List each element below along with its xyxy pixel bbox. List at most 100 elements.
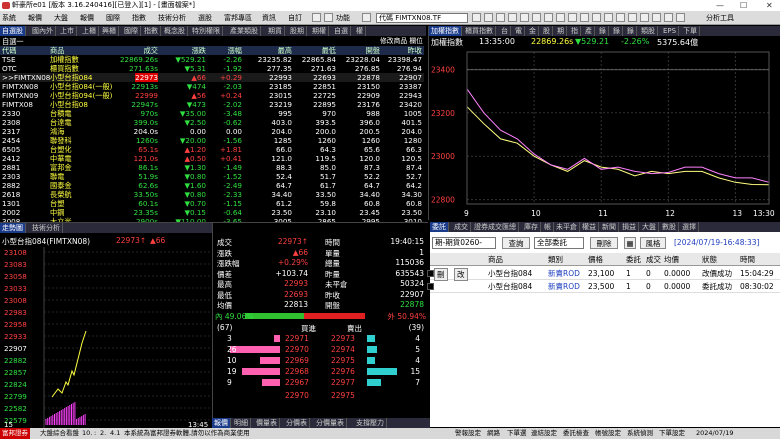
tab-index[interactable]: 指數 bbox=[142, 26, 161, 36]
tab-futures[interactable]: 期貨 bbox=[266, 26, 285, 36]
quote-row[interactable]: 2303 聯電 51.9s ▼0.80 -1.52 52.4 51.7 52.2 52.7 bbox=[0, 172, 424, 181]
toolbar-icon-11[interactable] bbox=[556, 13, 565, 22]
toolbar-icon-14[interactable] bbox=[592, 13, 601, 22]
toolbar-icon-4[interactable] bbox=[472, 13, 481, 22]
status-order-set[interactable]: 下單設定 bbox=[659, 428, 685, 439]
tab-custom[interactable]: 自選 bbox=[332, 26, 351, 36]
header-cell[interactable]: 最高 bbox=[278, 46, 292, 55]
maximize-icon[interactable]: ☐ bbox=[740, 0, 747, 11]
tab-filled[interactable]: 成交 bbox=[452, 222, 471, 232]
quote-row[interactable]: 2330 台積電 970s ▼35.00 -3.48 995 970 988 1005 bbox=[0, 109, 424, 118]
toolbar-icon-15[interactable] bbox=[604, 13, 613, 22]
menu-intl[interactable]: 國際 bbox=[106, 11, 120, 25]
tab-prod[interactable]: 產 bbox=[583, 26, 595, 36]
delete-button[interactable]: 刪除 bbox=[590, 237, 618, 249]
symbol-combo[interactable]: 代碼 FIMTXN08.TF bbox=[376, 13, 468, 23]
toolbar-icon-1[interactable] bbox=[312, 13, 321, 22]
order-filter-select[interactable]: 全部委託 bbox=[534, 237, 584, 249]
tab-favorites[interactable]: 自選股 bbox=[0, 26, 26, 36]
menu-fubon[interactable]: 富邦專區 bbox=[224, 11, 252, 25]
tab-fin[interactable]: 金 bbox=[527, 26, 539, 36]
orders-header-cell[interactable]: 委託 bbox=[626, 253, 641, 266]
tab-otc[interactable]: 上櫃 bbox=[80, 26, 99, 36]
edit-columns-link[interactable]: 修改商品 欄位 bbox=[380, 37, 423, 46]
menu-info[interactable]: 資訊 bbox=[262, 11, 276, 25]
tab-choose[interactable]: 選擇 bbox=[680, 222, 699, 232]
minimize-icon[interactable]: — bbox=[716, 0, 724, 11]
tab-rec2[interactable]: 錄 bbox=[611, 26, 623, 36]
style-button[interactable]: 風格 bbox=[640, 237, 666, 249]
toolbar-icon-9[interactable] bbox=[532, 13, 541, 22]
tab-elec[interactable]: 電 bbox=[513, 26, 525, 36]
orders-header-cell[interactable]: 價格 bbox=[588, 253, 603, 266]
header-cell[interactable]: 最低 bbox=[322, 46, 336, 55]
quote-row[interactable]: 2454 聯發科 1260s ▼20.00 -1.56 1285 1260 1260 1280 bbox=[0, 136, 424, 145]
quote-row[interactable]: 2412 中華電 121.0s ▲0.50 +0.41 121.0 119.5 120.0 12… bbox=[0, 154, 424, 163]
status-network[interactable]: 網路 bbox=[487, 428, 500, 439]
order-row[interactable]: 小型台指084 新賣ROD 23,500 1 0 0.0000 委託成功 08:30:02 bbox=[427, 280, 780, 293]
menu-function[interactable]: 功能 bbox=[336, 11, 350, 25]
tab-rec3[interactable]: 錄 bbox=[625, 26, 637, 36]
header-cell[interactable]: 昨收 bbox=[408, 46, 422, 55]
quote-row[interactable]: 2618 長榮航 33.50s ▼0.80 -2.33 34.40 33.50 34.40 34… bbox=[0, 190, 424, 199]
bid-price[interactable]: 22970 bbox=[285, 345, 309, 354]
tab-industry[interactable]: 產業類股 bbox=[228, 26, 261, 36]
tab-rec1[interactable]: 錄 bbox=[597, 26, 609, 36]
status-link[interactable]: 連結設定 bbox=[531, 428, 557, 439]
menu-stock-pick[interactable]: 選股 bbox=[198, 11, 212, 25]
toolbar-icon-21[interactable] bbox=[676, 13, 685, 22]
tab-news[interactable]: 新聞 bbox=[600, 222, 619, 232]
quote-row[interactable]: TSE 加權指數 22869.26s ▼529.21 -2.26 23235.82 2286… bbox=[0, 55, 424, 64]
tab-tech[interactable]: 技術分析 bbox=[30, 223, 63, 233]
toolbar-icon-7[interactable] bbox=[508, 13, 517, 22]
toolbar-icon-20[interactable] bbox=[664, 13, 673, 22]
orders-header-cell[interactable]: 均價 bbox=[664, 253, 679, 266]
bid-price[interactable]: 22968 bbox=[285, 367, 309, 376]
quote-row[interactable]: FIMTX08 小型台指08 22947s ▼473 -2.02 23219 22895 23… bbox=[0, 100, 424, 109]
quote-row[interactable]: 2881 富邦金 86.1s ▼1.30 -1.49 88.3 85.0 87.3 87.4 bbox=[0, 163, 424, 172]
tab-inventory[interactable]: 庫存 bbox=[522, 222, 541, 232]
toolbar-icon-17[interactable] bbox=[628, 13, 637, 22]
menu-index[interactable]: 指數 bbox=[132, 11, 146, 25]
orders-header-cell[interactable]: 商品 bbox=[488, 253, 503, 266]
tab-trend[interactable]: 走勢圖 bbox=[0, 223, 26, 233]
tab-pnl[interactable]: 損益 bbox=[620, 222, 639, 232]
account-select[interactable]: 期-期貨0260- bbox=[432, 237, 496, 249]
status-acct[interactable]: 帳號設定 bbox=[595, 428, 621, 439]
ask-price[interactable]: 22973 bbox=[331, 334, 355, 343]
toolbar-icon-13[interactable] bbox=[580, 13, 589, 22]
tab-warrant[interactable]: 權 bbox=[354, 26, 366, 36]
header-cell[interactable]: 商品 bbox=[50, 46, 64, 55]
tab-shares[interactable]: 數股 bbox=[660, 222, 679, 232]
bid-price[interactable]: 22967 bbox=[285, 378, 309, 387]
tab-price-dist[interactable]: 分價表 bbox=[284, 418, 310, 428]
tab-special[interactable]: 特別權限 bbox=[190, 26, 223, 36]
tab-idx[interactable]: 指 bbox=[569, 26, 581, 36]
analysis-tools-menu[interactable]: 分析工具 bbox=[706, 11, 734, 25]
group-selector[interactable]: 自選一 bbox=[2, 37, 24, 46]
quote-row[interactable]: >>FIMTXN08 小型台指084 22973 ▲66 +0.29 22993 22693… bbox=[0, 73, 424, 82]
tab-stock-futures[interactable]: 股期 bbox=[288, 26, 307, 36]
toolbar-icon-12[interactable] bbox=[568, 13, 577, 22]
tab-listed[interactable]: 上市 bbox=[58, 26, 77, 36]
header-cell[interactable]: 成交 bbox=[144, 46, 158, 55]
tab-detail[interactable]: 明細 bbox=[232, 418, 251, 428]
query-button[interactable]: 查詢 bbox=[502, 237, 530, 249]
toolbar-icon-3[interactable] bbox=[362, 13, 371, 22]
tab-domestic[interactable]: 國內外 bbox=[30, 26, 56, 36]
tab-tw[interactable]: 台 bbox=[499, 26, 511, 36]
quote-row[interactable]: FIMTXN08 小型台指084(一般) 22913s ▼474 -2.03 23185 2… bbox=[0, 82, 424, 91]
status-alert[interactable]: 警報設定 bbox=[455, 428, 481, 439]
menu-quote[interactable]: 報價 bbox=[28, 11, 42, 25]
header-cell[interactable]: 漲幅 bbox=[228, 46, 242, 55]
ask-price[interactable]: 22976 bbox=[331, 367, 355, 376]
tab-price-volume[interactable]: 價量表 bbox=[254, 418, 280, 428]
menu-system[interactable]: 系統 bbox=[2, 11, 16, 25]
tab-taiex[interactable]: 加權指數 bbox=[429, 26, 462, 36]
menu-market[interactable]: 大盤 bbox=[54, 11, 68, 25]
row-checkbox[interactable] bbox=[427, 283, 434, 290]
header-cell[interactable]: 開盤 bbox=[366, 46, 380, 55]
quote-row[interactable]: 2882 國泰金 62.6s ▼1.60 -2.49 64.7 61.7 64.7 64.2 bbox=[0, 181, 424, 190]
toolbar-icon-2[interactable] bbox=[324, 13, 333, 22]
tab-emerging[interactable]: 興櫃 bbox=[100, 26, 119, 36]
